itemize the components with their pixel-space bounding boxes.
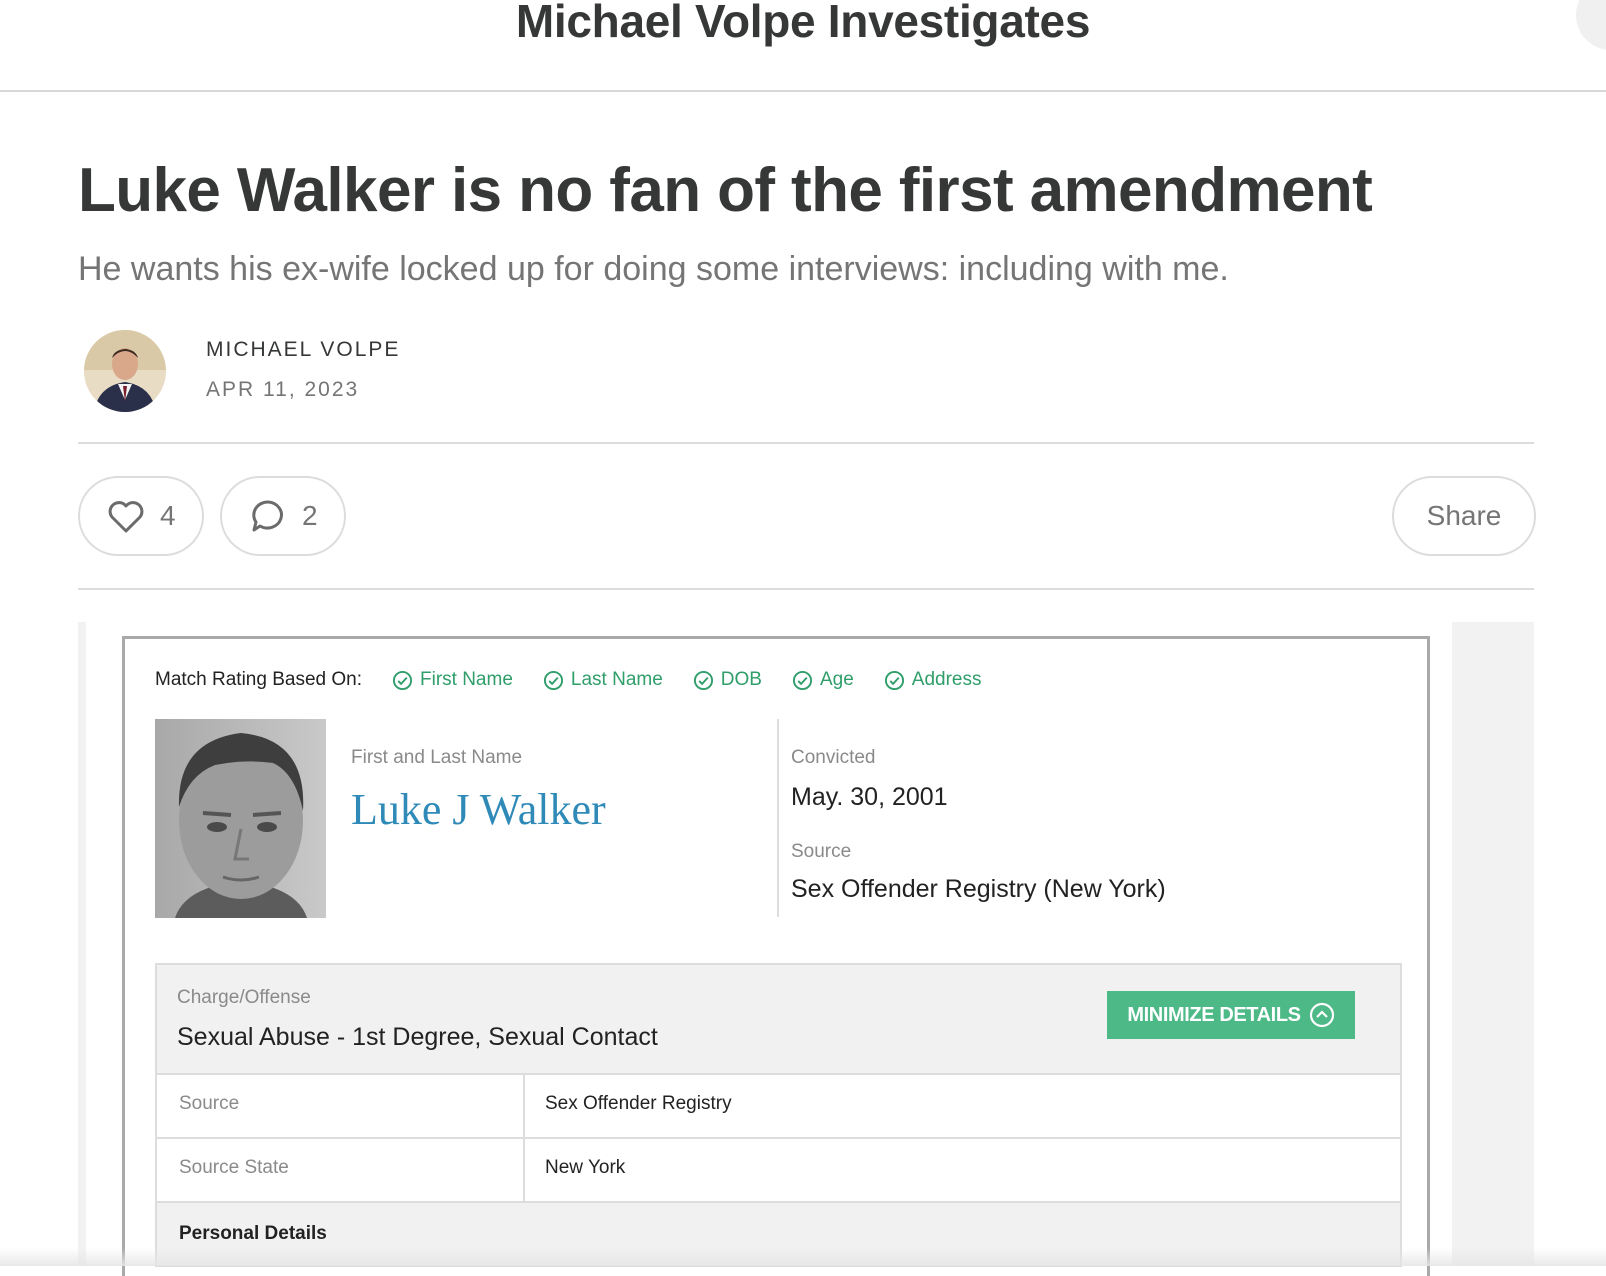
minimize-details-label: MINIMIZE DETAILS xyxy=(1127,1003,1301,1026)
source-label: Source xyxy=(791,841,852,862)
publication-header: Michael Volpe Investigates xyxy=(0,0,1606,92)
bottom-fade xyxy=(0,1248,1606,1266)
convicted-label: Convicted xyxy=(791,747,876,768)
article-subtitle: He wants his ex-wife locked up for doing… xyxy=(78,250,1229,288)
divider xyxy=(78,588,1534,590)
embedded-record-image: Match Rating Based On: First Name Last N… xyxy=(78,622,1534,1276)
divider xyxy=(78,442,1534,444)
detail-value: Sex Offender Registry xyxy=(545,1093,732,1114)
detail-value: New York xyxy=(545,1157,626,1178)
article-title: Luke Walker is no fan of the first amend… xyxy=(78,156,1373,225)
match-criterion: Last Name xyxy=(543,669,663,691)
embedded-record-frame: Match Rating Based On: First Name Last N… xyxy=(86,622,1452,1276)
detail-key: Source xyxy=(179,1093,240,1114)
detail-row-source: Source Sex Offender Registry xyxy=(155,1075,1402,1139)
check-circle-icon xyxy=(693,670,713,690)
convicted-date: May. 30, 2001 xyxy=(791,783,948,811)
charge-value: Sexual Abuse - 1st Degree, Sexual Contac… xyxy=(177,1023,658,1051)
match-rating-row: Match Rating Based On: First Name Last N… xyxy=(155,669,1011,691)
charge-label: Charge/Offense xyxy=(177,987,311,1008)
minimize-details-button[interactable]: MINIMIZE DETAILS xyxy=(1107,991,1355,1039)
detail-key: Source State xyxy=(179,1157,289,1178)
record-card: Match Rating Based On: First Name Last N… xyxy=(122,636,1430,1276)
publication-title[interactable]: Michael Volpe Investigates xyxy=(0,0,1606,48)
check-circle-icon xyxy=(884,670,904,690)
detail-separator xyxy=(523,1075,525,1137)
source-value: Sex Offender Registry (New York) xyxy=(791,875,1166,903)
like-button[interactable]: 4 xyxy=(78,476,204,556)
comment-icon xyxy=(252,500,283,532)
check-circle-icon xyxy=(392,670,413,690)
mugshot-photo xyxy=(155,719,326,918)
personal-details-title: Personal Details xyxy=(179,1223,327,1244)
person-name[interactable]: Luke J Walker xyxy=(351,784,606,835)
comment-count: 2 xyxy=(302,500,318,531)
column-divider xyxy=(777,719,779,917)
heart-icon xyxy=(108,501,144,533)
post-date: APR 11, 2023 xyxy=(206,378,360,401)
share-label: Share xyxy=(1426,500,1502,531)
check-circle-icon xyxy=(543,670,563,690)
match-criterion: First Name xyxy=(392,669,513,691)
author-name[interactable]: MICHAEL VOLPE xyxy=(206,338,400,362)
match-criterion: DOB xyxy=(693,669,762,691)
check-circle-icon xyxy=(792,670,813,690)
match-criterion: Address xyxy=(884,669,981,691)
detail-separator xyxy=(523,1139,525,1201)
detail-row-source-state: Source State New York xyxy=(155,1139,1402,1203)
comment-button[interactable]: 2 xyxy=(220,476,346,556)
name-label: First and Last Name xyxy=(351,747,523,768)
match-rating-label: Match Rating Based On: xyxy=(155,669,362,690)
like-count: 4 xyxy=(160,500,176,531)
chevron-up-circle-icon xyxy=(1309,1002,1334,1028)
author-avatar[interactable] xyxy=(84,330,166,412)
match-criterion: Age xyxy=(792,669,854,691)
share-button[interactable]: Share xyxy=(1392,476,1536,556)
